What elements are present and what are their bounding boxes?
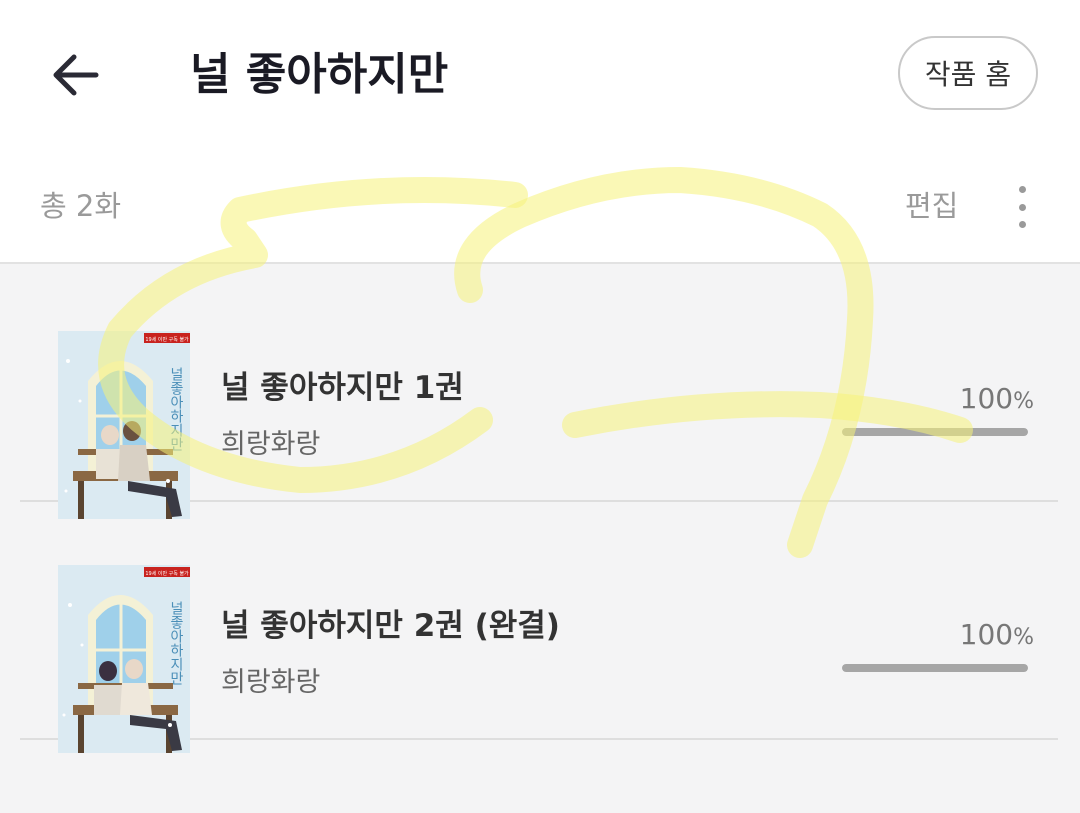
episode-count: 총 2화 bbox=[40, 189, 122, 223]
list-toolbar: 총 2화 편집 bbox=[0, 150, 1080, 264]
progress-bar bbox=[842, 428, 1028, 436]
cover-vertical-title: 널좋아하지만 bbox=[168, 367, 184, 451]
book-cover: 19세 이만 구독 불가 널좋아하지만 bbox=[58, 565, 190, 753]
ellipsis-dot bbox=[1018, 221, 1026, 228]
ellipsis-dot bbox=[1018, 203, 1026, 211]
volume-author: 희랑화랑 bbox=[221, 429, 321, 460]
cover-badge: 19세 이만 구독 불가 bbox=[145, 336, 189, 343]
list-item[interactable]: 19세 이만 구독 불가 널좋아하지만 널 좋아하지만 2권 (완결) 희랑화랑… bbox=[20, 502, 1058, 753]
back-button[interactable] bbox=[44, 44, 106, 106]
cover-badge: 19세 이만 구독 불가 bbox=[145, 570, 189, 577]
more-options-button[interactable] bbox=[1002, 182, 1042, 232]
progress-bar-fill bbox=[842, 664, 1028, 672]
progress-percent: 100% bbox=[959, 382, 1034, 415]
list-item[interactable]: 19세 이만 구독 불가 널좋아하지만 널 좋아하지만 1권 희랑화랑 100% bbox=[20, 264, 1058, 519]
work-home-button[interactable]: 작품 홈 bbox=[898, 36, 1038, 110]
volume-title: 널 좋아하지만 2권 (완결) bbox=[221, 608, 560, 644]
page-title: 널 좋아하지만 bbox=[190, 49, 449, 100]
progress-percent: 100% bbox=[959, 618, 1034, 651]
top-app-bar: 널 좋아하지만 작품 홈 bbox=[0, 0, 1080, 150]
cover-vertical-title: 널좋아하지만 bbox=[168, 601, 184, 685]
arrow-left-icon bbox=[53, 54, 99, 96]
progress-bar bbox=[842, 664, 1028, 672]
vertical-ellipsis-icon bbox=[1018, 186, 1026, 193]
volume-title: 널 좋아하지만 1권 bbox=[221, 370, 464, 406]
book-cover: 19세 이만 구독 불가 널좋아하지만 bbox=[58, 331, 190, 519]
progress-bar-fill bbox=[842, 428, 1028, 436]
edit-button[interactable]: 편집 bbox=[905, 150, 958, 262]
volume-author: 희랑화랑 bbox=[221, 667, 321, 698]
